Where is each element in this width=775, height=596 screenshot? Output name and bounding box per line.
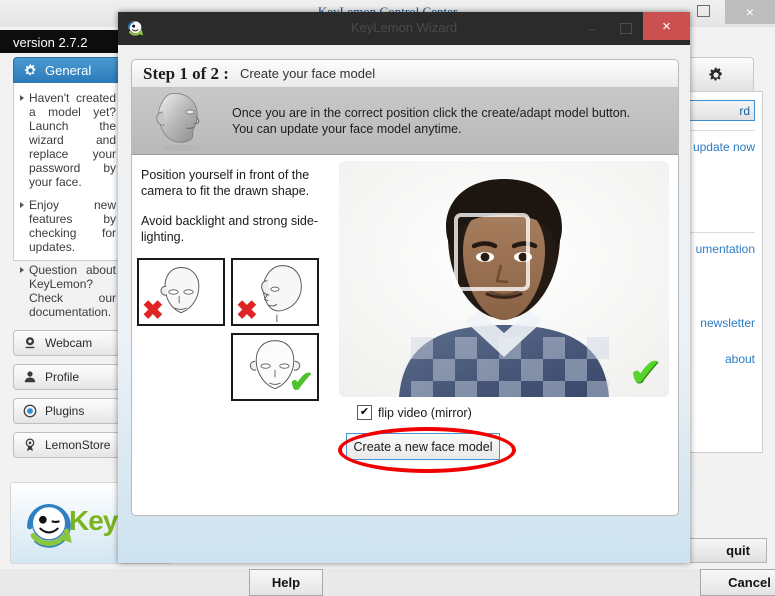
wizard-card: Step 1 of 2 : Create your face model Onc… [131,59,679,516]
sidebar-item-webcam[interactable]: Webcam [13,330,121,356]
dialog-window-controls: – × [575,12,690,45]
webcam-preview[interactable]: ✔ [339,161,669,397]
minimize-icon[interactable]: – [575,12,609,45]
create-face-model-area: Create a new face model [338,427,516,473]
sidebar-tab-general[interactable]: General [13,57,123,83]
face-detection-box [454,213,530,291]
pose-thumbnails: ✖ ✖ ✔ [137,258,332,401]
close-icon[interactable]: × [725,0,775,24]
face-detected-check-icon: ✔ [628,351,662,395]
good-pose-mark: ✔ [288,366,314,399]
info-banner: Once you are in the correct position cli… [132,88,678,155]
3d-head-model-icon [156,93,202,151]
sidebar-item-plugins[interactable]: Plugins [13,398,121,424]
pose-thumb-head-tilted-down: ✖ [137,258,225,326]
sidebar-item-plugins-label: Plugins [45,404,85,418]
keylemon-logo-text: Key [69,505,118,536]
sidebar-item-lemonstore-label: LemonStore [45,438,111,452]
news-item-text: Question about KeyLemon? Check our docum… [29,263,116,319]
pose-thumb-head-profile-side: ✖ [231,258,319,326]
news-item-text: Enjoy new features by checking for updat… [29,198,116,254]
info-banner-line2: You can update your face model anytime. [232,122,462,136]
sidebar-item-profile-label: Profile [45,370,80,384]
ribbon-award-icon [25,438,35,452]
bullet-triangle-icon [20,95,24,101]
wizard-main-area: Position yourself in front of the camera… [132,155,678,514]
step-header: Step 1 of 2 : Create your face model [132,60,678,88]
news-item-text: Haven't created a model yet? Launch the … [29,91,116,189]
gear-icon [24,63,36,76]
instruction-text: Avoid backlight and strong side-lighting… [141,214,318,244]
news-item: Enjoy new features by checking for updat… [20,198,116,254]
sidebar-item-webcam-label: Webcam [45,336,93,350]
create-new-face-model-button[interactable]: Create a new face model [346,433,500,460]
dialog-content: Step 1 of 2 : Create your face model Onc… [118,45,775,596]
gear-icon [709,66,722,81]
cancel-button[interactable]: Cancel [700,569,775,596]
keylemon-wizard-dialog: KeyLemon Wizard – × Step 1 of 2 : Create… [118,12,775,596]
step-label: Step 1 of 2 : [143,63,229,83]
plugin-circle-icon [23,404,37,418]
maximize-icon[interactable] [609,12,643,45]
help-button[interactable]: Help [249,569,323,596]
bad-pose-mark: ✖ [142,295,164,325]
news-item: Haven't created a model yet? Launch the … [20,91,116,189]
webcam-icon [25,337,35,349]
background-window-controls: × [681,0,775,27]
instruction-text: Position yourself in front of the camera… [141,168,310,198]
sidebar-item-profile[interactable]: Profile [13,364,121,390]
bad-pose-mark: ✖ [236,295,258,325]
sidebar-item-lemonstore[interactable]: LemonStore [13,432,121,458]
sidebar-news-panel: Haven't created a model yet? Launch the … [13,83,123,319]
flip-video-label: flip video (mirror) [378,405,472,420]
bullet-triangle-icon [20,267,24,273]
instructions-column: Position yourself in front of the camera… [141,167,331,259]
news-item: Question about KeyLemon? Check our docum… [20,263,116,319]
info-banner-line1: Once you are in the correct position cli… [232,106,631,120]
flip-video-checkbox[interactable]: ✔ [357,405,372,420]
bullet-triangle-icon [20,202,24,208]
sidebar: General Haven't created a model yet? Lau… [13,57,123,319]
person-icon [24,371,36,383]
dialog-titlebar: KeyLemon Wizard – × [118,12,690,45]
flip-video-row[interactable]: ✔ flip video (mirror) [357,405,472,420]
pose-thumb-head-frontal-upright: ✔ [231,333,319,401]
sidebar-buttons: Webcam Profile Plugins LemonStore [13,322,123,458]
step-title: Create your face model [239,66,376,81]
info-banner-text: Once you are in the correct position cli… [232,105,630,137]
sidebar-tab-general-label: General [45,63,92,78]
version-text: version 2.7.2 [13,35,88,50]
close-icon[interactable]: × [643,12,690,40]
